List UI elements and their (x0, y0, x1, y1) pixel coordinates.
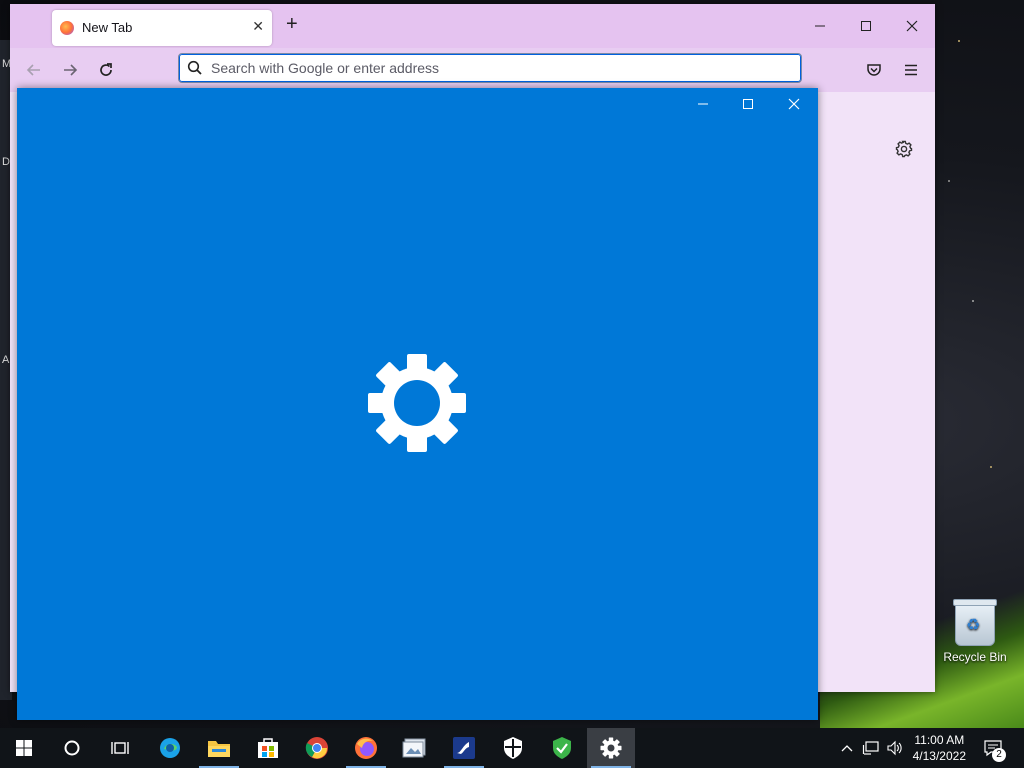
recycle-bin-label: Recycle Bin (943, 650, 1007, 664)
start-button[interactable] (0, 728, 48, 768)
pocket-icon (867, 64, 881, 76)
close-tab-icon[interactable]: ✕ (252, 18, 264, 35)
settings-minimize-button[interactable] (680, 88, 726, 120)
show-hidden-icons-button[interactable] (838, 728, 856, 768)
new-tab-button[interactable]: + (286, 13, 298, 36)
shield-app-taskbar-button[interactable] (538, 728, 586, 768)
folder-icon (208, 741, 230, 757)
photos-icon (402, 738, 426, 758)
hamburger-menu-icon (905, 64, 917, 76)
cortana-button[interactable] (48, 728, 96, 768)
chrome-icon (305, 737, 328, 759)
task-view-icon (111, 742, 129, 754)
store-taskbar-button[interactable] (244, 728, 292, 768)
firefox-icon (355, 737, 377, 759)
file-explorer-taskbar-button[interactable] (195, 728, 243, 768)
arrow-left-icon (26, 64, 40, 76)
gear-icon (368, 354, 466, 452)
notification-count: 2 (992, 748, 1006, 762)
app-menu-button[interactable] (901, 60, 921, 80)
installer-taskbar-button[interactable] (440, 728, 488, 768)
back-button[interactable] (24, 60, 44, 80)
desktop-letter: A (2, 354, 10, 366)
clock-time: 11:00 AM (914, 733, 965, 747)
settings-close-button[interactable] (771, 88, 817, 120)
maximize-button[interactable] (843, 4, 889, 48)
recycle-bin[interactable]: ♻ Recycle Bin (940, 599, 1010, 664)
gear-icon (600, 737, 622, 759)
tab-strip: New Tab ✕ + (10, 4, 935, 48)
close-window-button[interactable] (889, 4, 935, 48)
shield-check-icon (553, 737, 571, 759)
chevron-up-icon (841, 745, 853, 752)
tab-new-tab[interactable]: New Tab ✕ (52, 10, 272, 46)
settings-window (17, 88, 818, 720)
settings-taskbar-button[interactable] (587, 728, 635, 768)
reload-icon (100, 63, 112, 76)
taskbar: 11:00 AM 4/13/2022 2 (0, 728, 1024, 768)
arrow-right-icon (64, 64, 78, 76)
reload-button[interactable] (96, 60, 116, 80)
address-bar[interactable]: Search with Google or enter address (178, 53, 802, 83)
windows-security-taskbar-button[interactable] (489, 728, 537, 768)
store-icon (258, 738, 278, 758)
gear-icon[interactable] (894, 139, 914, 159)
circle-icon (64, 740, 80, 756)
task-view-button[interactable] (96, 728, 144, 768)
network-button[interactable] (860, 728, 882, 768)
forward-button[interactable] (60, 60, 80, 80)
chrome-taskbar-button[interactable] (293, 728, 341, 768)
pocket-button[interactable] (864, 60, 884, 80)
edge-taskbar-button[interactable] (146, 728, 194, 768)
address-placeholder: Search with Google or enter address (211, 60, 440, 76)
settings-maximize-button[interactable] (725, 88, 771, 120)
minimize-button[interactable] (797, 4, 843, 48)
windows-logo-icon (16, 740, 32, 756)
volume-button[interactable] (884, 728, 906, 768)
action-center-button[interactable]: 2 (978, 728, 1008, 768)
desktop-letter: D (2, 156, 10, 168)
network-icon (862, 741, 879, 755)
shield-icon (504, 737, 522, 759)
clock-date: 4/13/2022 (912, 749, 966, 763)
clock-button[interactable]: 11:00 AM 4/13/2022 (913, 732, 966, 764)
image-viewer-taskbar-button[interactable] (391, 728, 439, 768)
edge-icon (160, 738, 180, 758)
tab-title: New Tab (82, 20, 133, 35)
speaker-icon (887, 740, 902, 756)
recycle-bin-icon: ♻ (953, 599, 997, 646)
firefox-taskbar-button[interactable] (342, 728, 390, 768)
search-icon (187, 60, 202, 75)
firefox-logo-icon (60, 21, 74, 35)
installer-icon (453, 737, 475, 759)
